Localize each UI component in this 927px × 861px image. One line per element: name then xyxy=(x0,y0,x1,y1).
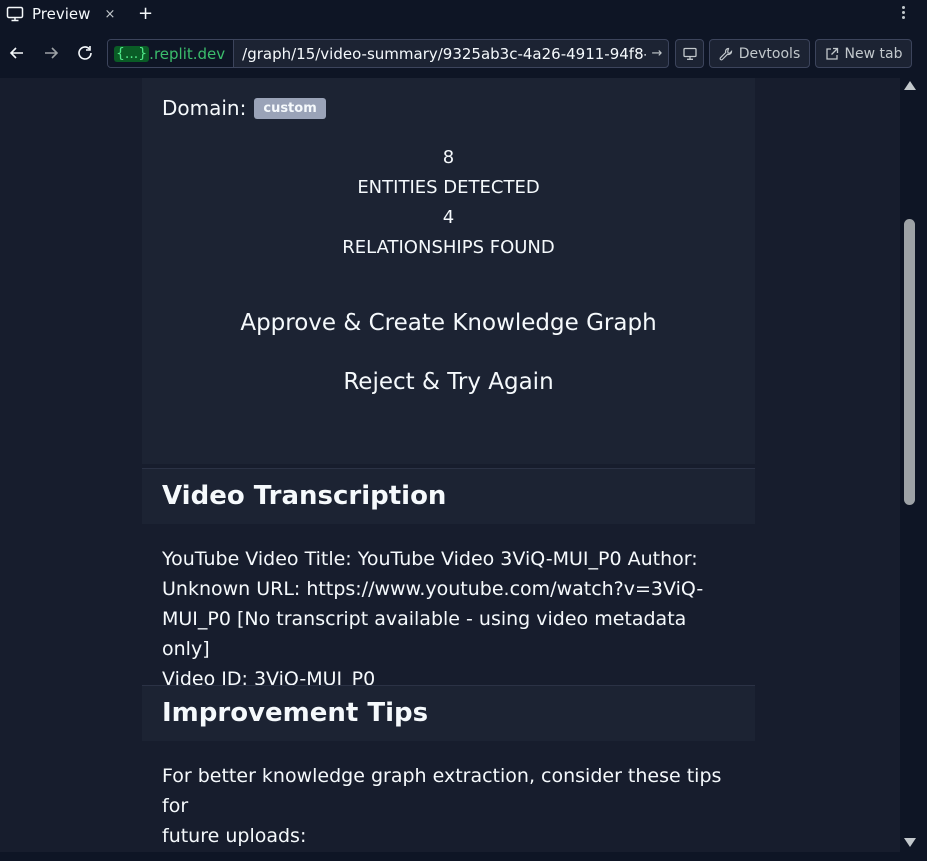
new-tab-plus-button[interactable]: + xyxy=(138,5,153,23)
scroll-up-arrow-icon[interactable] xyxy=(904,81,916,90)
tab-close-button[interactable]: × xyxy=(102,7,118,22)
wrench-icon xyxy=(719,47,732,60)
transcription-line: YouTube Video Title: YouTube Video 3ViQ-… xyxy=(162,548,698,570)
scroll-down-arrow-icon[interactable] xyxy=(904,838,916,847)
monitor-icon xyxy=(6,6,24,22)
tips-heading: Improvement Tips xyxy=(142,685,755,741)
domain-label: Domain: xyxy=(162,96,247,120)
devtools-button[interactable]: Devtools xyxy=(709,39,810,68)
domain-line: Domain: custom xyxy=(162,96,326,120)
entities-label: ENTITIES DETECTED xyxy=(357,177,540,198)
summary-card: Domain: custom 8 ENTITIES DETECTED 4 REL… xyxy=(142,78,755,464)
tab-label: Preview xyxy=(32,5,91,23)
device-preview-button[interactable] xyxy=(675,39,704,68)
url-path: /graph/15/video-summary/9325ab3c-4a26-49… xyxy=(242,44,646,63)
devtools-label: Devtools xyxy=(738,45,801,62)
url-go-arrow-icon[interactable]: → xyxy=(646,46,668,61)
preview-viewport: Domain: custom 8 ENTITIES DETECTED 4 REL… xyxy=(0,78,900,852)
scrollbar[interactable] xyxy=(900,78,920,852)
approve-button[interactable]: Approve & Create Knowledge Graph xyxy=(142,310,755,336)
kebab-menu-icon[interactable] xyxy=(902,4,905,21)
url-host-suffix: .replit.dev xyxy=(149,44,226,63)
transcription-body: YouTube Video Title: YouTube Video 3ViQ-… xyxy=(142,544,755,694)
monitor-icon xyxy=(682,47,697,60)
reject-button[interactable]: Reject & Try Again xyxy=(142,369,755,395)
new-tab-button[interactable]: New tab xyxy=(815,39,912,68)
tips-line: future uploads: xyxy=(162,825,307,847)
tips-body: For better knowledge graph extraction, c… xyxy=(142,761,755,851)
external-link-icon xyxy=(825,47,838,60)
tab-preview[interactable]: Preview × xyxy=(0,0,124,28)
reload-button[interactable] xyxy=(68,36,102,70)
transcription-line: MUI_P0 [No transcript available - using … xyxy=(162,608,687,660)
address-bar: {...} .replit.dev /graph/15/video-summar… xyxy=(0,28,927,78)
scrollbar-thumb[interactable] xyxy=(904,219,915,505)
tips-line: For better knowledge graph extraction, c… xyxy=(162,765,722,817)
url-field[interactable]: {...} .replit.dev /graph/15/video-summar… xyxy=(107,39,669,68)
transcription-heading: Video Transcription xyxy=(142,468,755,524)
back-button[interactable] xyxy=(0,36,34,70)
bottom-border xyxy=(0,852,927,861)
arrow-left-icon xyxy=(9,47,23,59)
relationships-label: RELATIONSHIPS FOUND xyxy=(342,237,555,258)
replit-host-badge: {...} xyxy=(114,45,150,62)
forward-button[interactable] xyxy=(34,36,68,70)
transcription-line: Unknown URL: https://www.youtube.com/wat… xyxy=(162,578,704,600)
domain-badge: custom xyxy=(254,97,326,119)
relationships-count: 4 xyxy=(442,207,455,228)
entities-count: 8 xyxy=(442,147,455,168)
arrow-right-icon xyxy=(45,47,59,59)
new-tab-label: New tab xyxy=(844,45,903,62)
url-host: {...} .replit.dev xyxy=(108,40,235,67)
reload-icon xyxy=(78,46,92,60)
tab-bar: Preview × + xyxy=(0,0,927,28)
